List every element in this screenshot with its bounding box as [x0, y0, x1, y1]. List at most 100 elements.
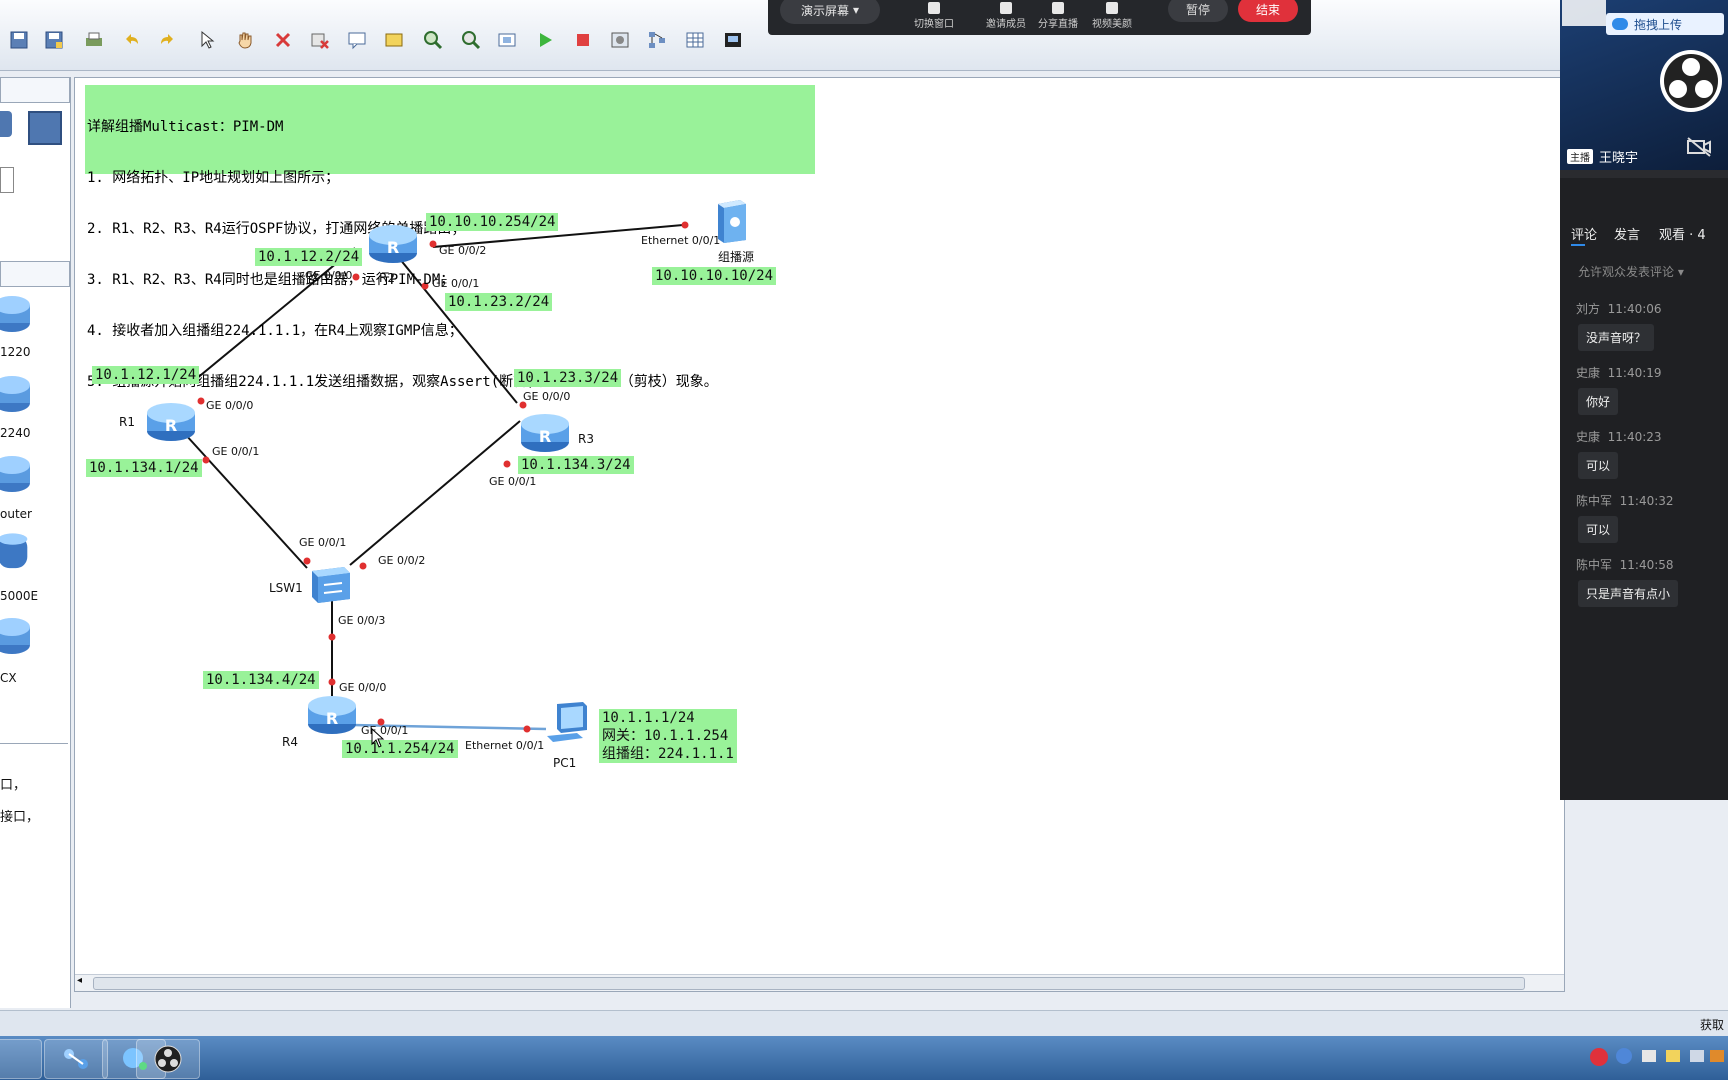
pc1-icon[interactable] [543, 700, 591, 746]
save-icon[interactable] [5, 26, 33, 54]
router-icon[interactable] [0, 293, 32, 335]
port-label: GE 0/0/2 [439, 244, 487, 257]
router-r2-icon[interactable]: R [368, 223, 418, 265]
text-note-icon[interactable] [343, 26, 371, 54]
switch-lsw1-icon[interactable] [306, 563, 354, 607]
input-method-icon[interactable] [1590, 1048, 1608, 1066]
delete-icon[interactable] [269, 26, 297, 54]
speaker-icon[interactable] [1642, 1050, 1656, 1062]
scroll-left-icon[interactable]: ◂ [77, 975, 82, 986]
ip-label[interactable]: 10.1.23.2/24 [445, 293, 553, 311]
fit-icon[interactable] [493, 26, 521, 54]
ip-label[interactable]: 10.1.23.3/24 [514, 369, 622, 387]
port-dot [202, 456, 210, 464]
comment-meta: 刘方 11:40:06 [1576, 300, 1662, 317]
port-dot [359, 562, 367, 570]
pause-button[interactable]: 暂停 [1168, 0, 1228, 22]
remove-link-icon[interactable] [306, 26, 334, 54]
start-orb-icon[interactable] [0, 1039, 42, 1079]
ip-label[interactable]: 10.10.10.10/24 [652, 267, 777, 285]
ip-label[interactable]: 10.1.134.3/24 [518, 456, 634, 474]
node-name-r1: R1 [119, 415, 135, 429]
screenshot-icon[interactable] [719, 26, 747, 54]
router-r1-icon[interactable]: R [146, 401, 196, 443]
security-tray-icon[interactable] [1710, 1050, 1724, 1062]
port-label: GE 0/0/0 [206, 399, 254, 412]
ip-label[interactable]: 10.10.10.254/24 [426, 213, 559, 231]
upload-button[interactable]: 拖拽上传 [1606, 13, 1724, 35]
obs-app-icon[interactable] [136, 1039, 200, 1079]
present-screen-dropdown[interactable]: 演示屏幕 ▾ [780, 0, 880, 24]
live-panel: 拖拽上传 主播 王晓宇 评论 发言 观看 · 4 允许观众发表评论 ▾ 刘方 1… [1560, 0, 1728, 800]
screen-thumbnail [1562, 0, 1606, 26]
router-r3-icon[interactable]: R [520, 412, 570, 454]
pc1-info-label[interactable]: 10.1.1.1/24 网关：10.1.1.254 组播组：224.1.1.1 [599, 709, 737, 763]
tab-viewers[interactable]: 观看 · 4 [1659, 224, 1706, 243]
share-live-button[interactable]: 分享直播 [1038, 2, 1078, 30]
start-icon[interactable] [531, 26, 559, 54]
router-category-icon[interactable] [0, 111, 12, 137]
hand-icon[interactable] [231, 26, 259, 54]
select-icon[interactable] [193, 26, 221, 54]
port-label: GE 0/0/1 [212, 445, 260, 458]
switch-category-icon[interactable] [28, 111, 62, 145]
category-arrow-icon[interactable] [0, 167, 14, 193]
task-note[interactable]: 详解组播Multicast：PIM-DM 1. 网络拓扑、IP地址规划如上图所示… [85, 85, 815, 390]
firewall-icon[interactable] [0, 531, 32, 573]
router-r4-icon[interactable]: R [307, 694, 357, 736]
tab-underline [1571, 244, 1585, 246]
comment-permission-dropdown[interactable]: 允许观众发表评论 ▾ [1578, 263, 1684, 280]
port-dot [328, 678, 336, 686]
network-tray-icon[interactable] [1690, 1050, 1704, 1062]
tab-comments[interactable]: 评论 [1571, 224, 1597, 243]
stop-icon[interactable] [569, 26, 597, 54]
help-icon[interactable] [1616, 1048, 1632, 1064]
ip-label[interactable]: 10.1.1.254/24 [342, 740, 458, 758]
router-icon[interactable] [0, 373, 32, 415]
camera-off-icon[interactable] [1686, 136, 1712, 158]
save-as-icon[interactable] [40, 26, 68, 54]
taskbar [0, 1036, 1728, 1080]
device-label: 5000E [0, 589, 39, 603]
status-bar: 获取 [0, 1010, 1728, 1037]
port-label: Ethernet 0/0/1 [641, 234, 721, 247]
horizontal-scrollbar[interactable]: ◂ [75, 974, 1564, 991]
scrollbar-thumb[interactable] [93, 977, 1525, 990]
switch-window-button[interactable]: 切换窗口 [914, 2, 954, 30]
obs-logo-icon [1660, 50, 1722, 112]
print-icon[interactable] [80, 26, 108, 54]
capture-icon[interactable] [606, 26, 634, 54]
comment-time: 11:40:06 [1607, 302, 1662, 316]
rectangle-icon[interactable] [380, 26, 408, 54]
redo-icon[interactable] [154, 26, 182, 54]
ip-label[interactable]: 10.1.134.4/24 [203, 671, 319, 689]
undo-icon[interactable] [117, 26, 145, 54]
comment-bubble: 你好 [1578, 388, 1619, 415]
port-label: Ethernet 0/0/1 [465, 739, 545, 752]
comment-bubble: 可以 [1578, 452, 1619, 479]
grid-icon[interactable] [681, 26, 709, 54]
network-app-icon[interactable] [44, 1039, 108, 1079]
device-label: CX [0, 671, 17, 685]
router-icon[interactable] [0, 453, 32, 495]
invite-members-button[interactable]: 邀请成员 [986, 2, 1026, 30]
video-beauty-button[interactable]: 视频美颜 [1092, 2, 1132, 30]
port-label: GE 0/0/0 [523, 390, 571, 403]
ip-label[interactable]: 10.1.134.1/24 [86, 459, 202, 477]
share-icon [1052, 2, 1064, 14]
zoom-in-icon[interactable] [419, 26, 447, 54]
ip-label[interactable]: 10.1.12.1/24 [92, 366, 200, 384]
video-preview: 拖拽上传 主播 王晓宇 [1560, 0, 1728, 170]
end-button[interactable]: 结束 [1238, 0, 1298, 22]
topology-canvas[interactable]: 详解组播Multicast：PIM-DM 1. 网络拓扑、IP地址规划如上图所示… [74, 77, 1565, 992]
cx-router-icon[interactable] [0, 615, 32, 657]
folder-icon[interactable] [1666, 1050, 1680, 1062]
zoom-out-icon[interactable] [457, 26, 485, 54]
link-r3-lsw1[interactable] [349, 420, 521, 566]
device-label: 2240 [0, 426, 31, 440]
topology-icon[interactable] [643, 26, 671, 54]
ip-label[interactable]: 10.1.12.2/24 [255, 248, 363, 266]
comment-user: 刘方 [1576, 302, 1601, 316]
tab-speak[interactable]: 发言 [1614, 224, 1640, 243]
upload-label: 拖拽上传 [1634, 17, 1683, 32]
